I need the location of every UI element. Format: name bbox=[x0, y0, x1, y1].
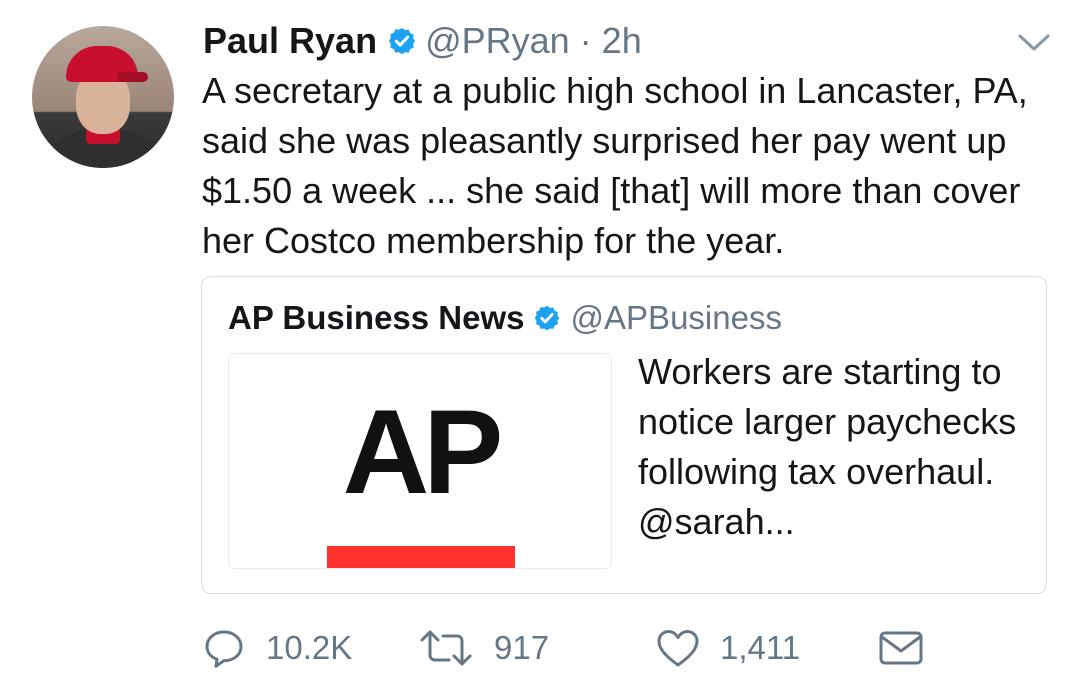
quoted-author-handle: @APBusiness bbox=[570, 299, 782, 336]
chevron-down-icon[interactable] bbox=[1016, 30, 1052, 54]
envelope-icon bbox=[879, 631, 923, 665]
ap-logo: AP bbox=[342, 385, 504, 519]
like-button[interactable]: 1,411 bbox=[656, 626, 800, 670]
quoted-tweet-header: AP Business News @APBusiness bbox=[228, 299, 782, 337]
quoted-tweet-text: Workers are starting to notice larger pa… bbox=[638, 351, 1017, 542]
tweet-actions: 10.2K 917 1,411 bbox=[202, 626, 962, 670]
tweet-text: A secretary at a public high school in L… bbox=[202, 70, 1028, 261]
quoted-author-name: AP Business News bbox=[228, 299, 525, 336]
separator-dot: · bbox=[579, 20, 592, 61]
ap-logo-red-bar bbox=[327, 546, 515, 568]
quoted-tweet-card[interactable]: AP Business News @APBusiness AP Workers … bbox=[201, 276, 1047, 594]
reply-button[interactable]: 10.2K bbox=[202, 626, 352, 670]
retweet-icon bbox=[420, 630, 472, 666]
verified-badge-icon bbox=[534, 305, 559, 331]
author-name[interactable]: Paul Ryan bbox=[203, 20, 377, 62]
reply-icon bbox=[205, 630, 243, 668]
avatar-cap bbox=[66, 46, 148, 82]
quoted-media-thumbnail[interactable]: AP bbox=[228, 353, 612, 569]
like-count: 1,411 bbox=[720, 629, 801, 666]
verified-badge-icon bbox=[388, 27, 416, 55]
tweet-header: Paul Ryan @PRyan · 2h bbox=[203, 18, 642, 64]
heart-icon bbox=[657, 630, 699, 667]
tweet-timestamp[interactable]: 2h bbox=[602, 20, 642, 62]
retweet-button[interactable]: 917 bbox=[418, 626, 549, 670]
retweet-count: 917 bbox=[494, 629, 550, 666]
direct-message-button[interactable] bbox=[878, 626, 924, 670]
reply-count: 10.2K bbox=[266, 629, 353, 666]
author-handle[interactable]: @PRyan bbox=[425, 20, 570, 62]
author-avatar[interactable] bbox=[32, 26, 174, 168]
